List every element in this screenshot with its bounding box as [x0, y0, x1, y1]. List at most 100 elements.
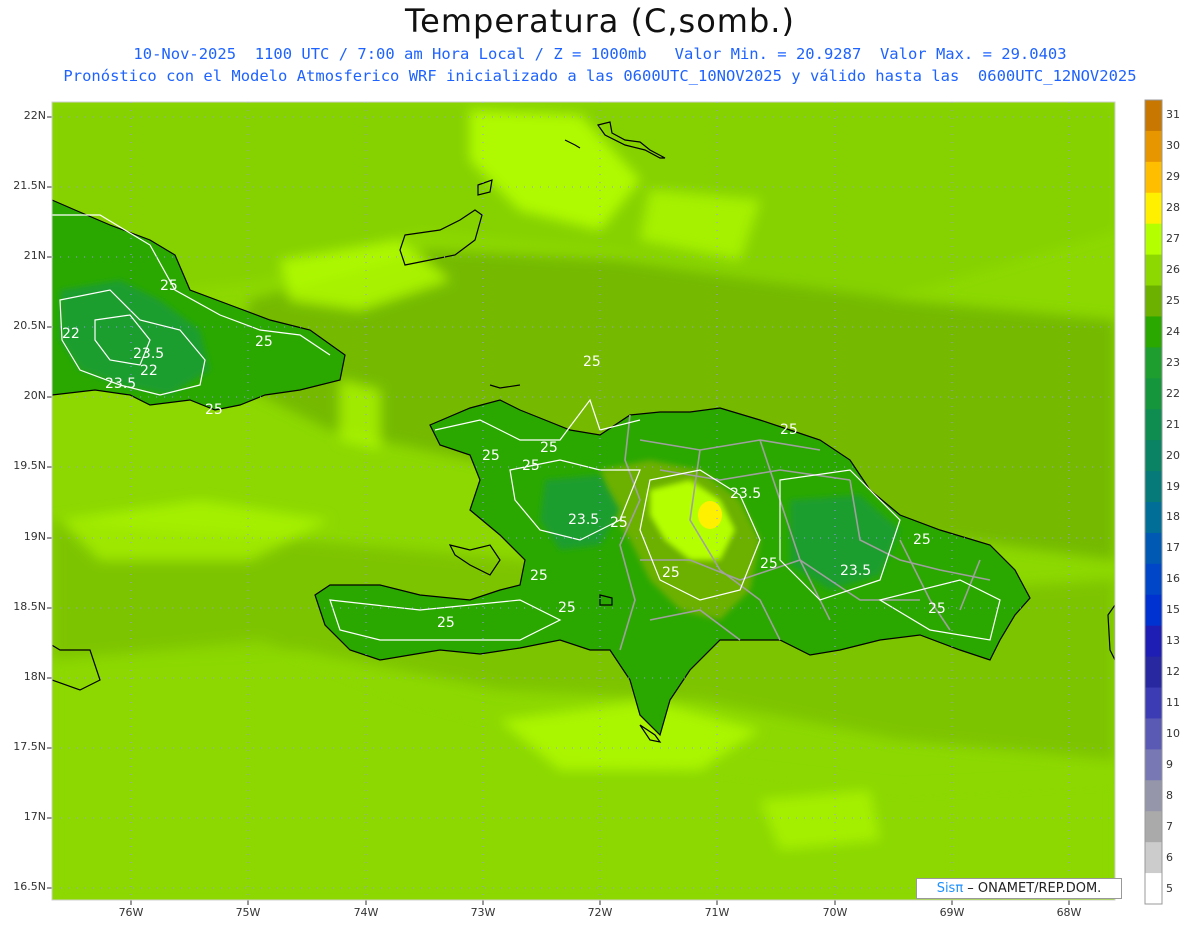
colorbar-label: 6: [1166, 850, 1173, 864]
contour-label: 25: [540, 440, 558, 456]
contour-label: 25: [522, 458, 540, 474]
lat-label: 18.5N: [13, 600, 46, 613]
colorbar-swatch: [1145, 161, 1162, 194]
lat-label: 17N: [23, 810, 46, 823]
lon-label: 70W: [822, 906, 848, 919]
lat-label: 19N: [23, 530, 46, 543]
colorbar-label: 9: [1166, 757, 1173, 771]
temperature-map: 25 22 23.5 22 23.5 25 25 25 25 25 25 25 …: [47, 99, 1163, 905]
colorbar-swatch: [1145, 594, 1162, 627]
colorbar-swatch: [1145, 192, 1162, 225]
contour-label: 22: [62, 326, 80, 342]
colorbar-swatch: [1145, 440, 1162, 472]
colorbar-label: 15: [1166, 603, 1180, 617]
colorbar-label: 18: [1166, 510, 1180, 524]
lat-label: 21.5N: [13, 179, 46, 192]
colorbar-swatch: [1145, 378, 1162, 410]
contour-label: 23.5: [105, 376, 136, 392]
colorbar-label: 28: [1166, 201, 1180, 215]
colorbar-label: 24: [1166, 324, 1180, 338]
colorbar-swatch: [1145, 502, 1162, 534]
colorbar-label: 29: [1166, 170, 1180, 184]
colorbar-label: 20: [1166, 448, 1180, 462]
contour-label: 25: [913, 532, 931, 548]
colorbar-swatch: [1145, 409, 1162, 441]
colorbar-swatch: [1145, 873, 1162, 905]
colorbar-swatch: [1145, 718, 1162, 750]
colorbar-label: 7: [1166, 819, 1173, 833]
lon-label: 73W: [470, 906, 496, 919]
colorbar-label: 27: [1166, 232, 1180, 246]
colorbar-label: 26: [1166, 263, 1180, 277]
colorbar-swatch: [1145, 223, 1162, 256]
lat-label: 21N: [23, 249, 46, 262]
colorbar-label: 31: [1166, 108, 1180, 122]
colorbar-label: 19: [1166, 479, 1180, 493]
colorbar-swatch: [1145, 780, 1162, 812]
contour-label: 25: [583, 354, 601, 370]
colorbar-label: 23: [1166, 355, 1180, 369]
colorbar-label: 10: [1166, 726, 1180, 740]
contour-label: 25: [205, 402, 223, 418]
lat-label: 20N: [23, 389, 46, 402]
contour-label: 25: [255, 334, 273, 350]
colorbar-label: 21: [1166, 417, 1180, 431]
contour-label: 25: [160, 278, 178, 294]
colorbar-swatch: [1145, 316, 1162, 348]
contour-label: 25: [558, 600, 576, 616]
colorbar-label: 17: [1166, 541, 1180, 555]
lon-label: 75W: [235, 906, 261, 919]
colorbar-swatch: [1145, 625, 1162, 658]
lon-label: 71W: [704, 906, 730, 919]
contour-label: 23.5: [730, 486, 761, 502]
credit-box: Sisπ – ONAMET/REP.DOM.: [916, 878, 1122, 899]
lon-label: 69W: [939, 906, 965, 919]
contour-label: 23.5: [568, 512, 599, 528]
colorbar-label: 13: [1166, 634, 1180, 648]
contour-label: 23.5: [133, 346, 164, 362]
credit-text: – ONAMET/REP.DOM.: [963, 881, 1102, 896]
colorbar-swatch: [1145, 254, 1162, 287]
colorbar-label: 22: [1166, 386, 1180, 400]
contour-label: 23.5: [840, 563, 871, 579]
contour-label: 25: [760, 556, 778, 572]
colorbar-label: 5: [1166, 881, 1173, 895]
colorbar-swatch: [1145, 347, 1162, 379]
contour-label: 22: [140, 363, 158, 379]
colorbar-swatch: [1145, 130, 1162, 163]
lat-label: 18N: [23, 670, 46, 683]
colorbar-label: 11: [1166, 696, 1180, 709]
contour-label: 25: [662, 565, 680, 581]
colorbar-label: 16: [1166, 572, 1180, 586]
colorbar-swatch: [1145, 687, 1162, 719]
contour-label: 25: [437, 615, 455, 631]
max-temp-spot: [698, 501, 722, 529]
colorbar-swatch: [1145, 842, 1162, 874]
lat-label: 17.5N: [13, 740, 46, 753]
colorbar-swatch: [1145, 100, 1162, 132]
lon-label: 74W: [353, 906, 379, 919]
sispi-logo: Sisπ: [936, 881, 964, 896]
lat-label: 20.5N: [13, 319, 46, 332]
lat-label: 16.5N: [13, 880, 46, 893]
colorbar-swatch: [1145, 471, 1162, 503]
colorbar-label: 8: [1166, 788, 1173, 802]
colorbar-swatch: [1145, 563, 1162, 596]
contour-label: 25: [780, 422, 798, 438]
lon-label: 72W: [587, 906, 613, 919]
lat-label: 22N: [23, 109, 46, 122]
colorbar-swatch: [1145, 656, 1162, 689]
contour-label: 25: [482, 448, 500, 464]
lon-label: 76W: [118, 906, 144, 919]
colorbar-swatch: [1145, 285, 1162, 317]
colorbar-label: 25: [1166, 294, 1180, 307]
colorbar-swatch: [1145, 811, 1162, 843]
contour-label: 25: [928, 601, 946, 617]
lon-label: 68W: [1056, 906, 1082, 919]
colorbar-label: 12: [1166, 665, 1180, 679]
lat-label: 19.5N: [13, 459, 46, 472]
contour-label: 25: [610, 515, 628, 531]
colorbar: [1145, 100, 1162, 905]
contour-label: 25: [530, 568, 548, 584]
colorbar-label: 30: [1166, 139, 1180, 153]
